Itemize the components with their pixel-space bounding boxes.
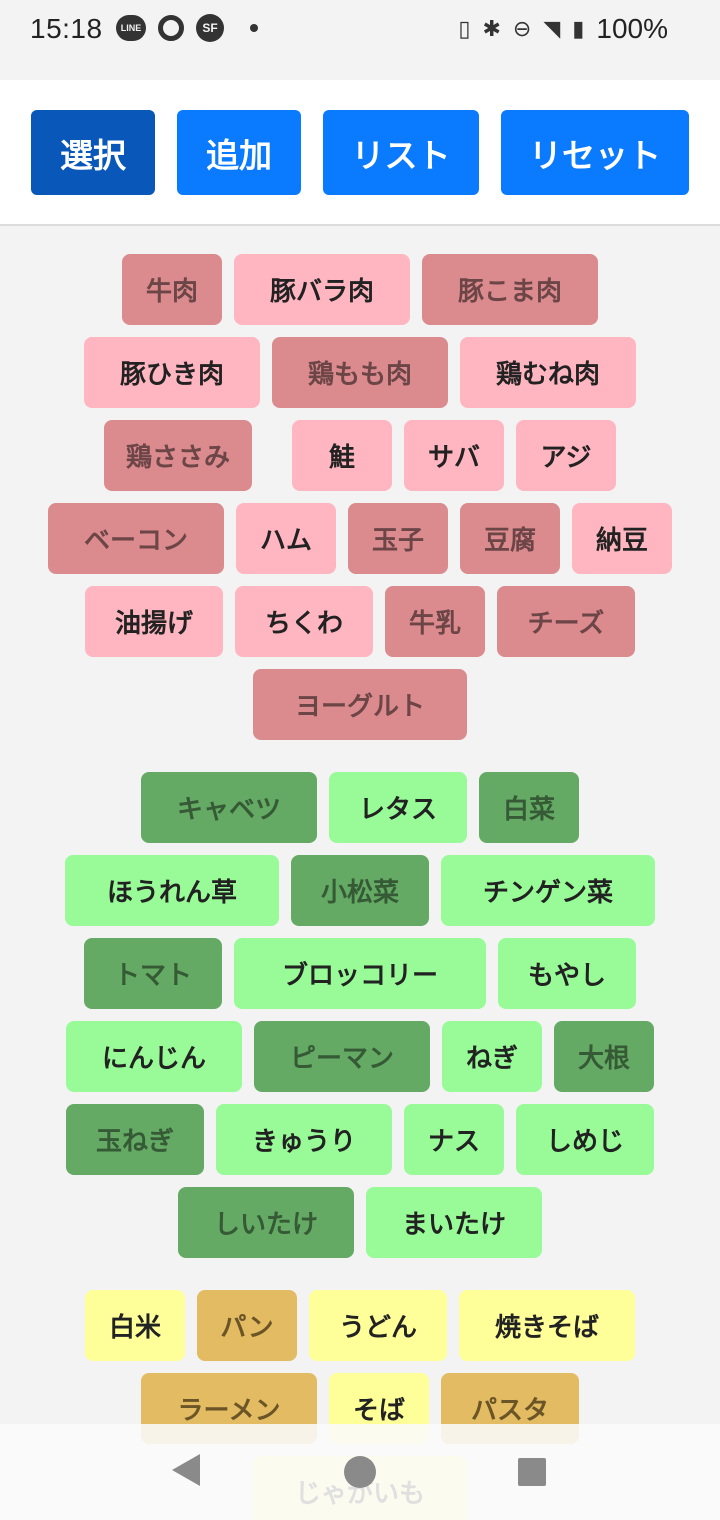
back-icon[interactable]: [172, 1454, 200, 1486]
list-button[interactable]: リスト: [323, 110, 479, 195]
bluetooth-icon: ✱: [482, 16, 501, 41]
meat-chip[interactable]: アジ: [516, 420, 616, 491]
chrome-icon: [158, 15, 184, 41]
veg-chip[interactable]: しめじ: [516, 1104, 654, 1175]
veg-chip[interactable]: まいたけ: [366, 1187, 542, 1258]
veg-chip[interactable]: ナス: [404, 1104, 504, 1175]
system-icons: ▯ ✱ ⊖ ◥ ▮ 100%: [458, 13, 668, 45]
meat-chip[interactable]: 鶏むね肉: [460, 337, 636, 408]
grain-chip[interactable]: 焼きそば: [459, 1290, 635, 1361]
grain-chip[interactable]: パン: [197, 1290, 297, 1361]
meat-chip[interactable]: チーズ: [497, 586, 635, 657]
veg-chip[interactable]: 大根: [554, 1021, 654, 1092]
status-time: 15:18: [30, 13, 103, 44]
veg-chip[interactable]: にんじん: [66, 1021, 242, 1092]
meat-chip[interactable]: ちくわ: [235, 586, 373, 657]
meat-chip[interactable]: ヨーグルト: [253, 669, 467, 740]
veg-chip[interactable]: 白菜: [479, 772, 579, 843]
recent-apps-icon[interactable]: [518, 1458, 546, 1486]
meat-chip[interactable]: 豚ひき肉: [84, 337, 260, 408]
veg-chip[interactable]: トマト: [84, 938, 222, 1009]
battery-percent: 100%: [596, 13, 668, 44]
notification-dot: [250, 24, 258, 32]
meat-chip[interactable]: 鶏もも肉: [272, 337, 448, 408]
veg-chip[interactable]: ほうれん草: [65, 855, 279, 926]
meat-chip[interactable]: 油揚げ: [85, 586, 223, 657]
reset-button[interactable]: リセット: [501, 110, 689, 195]
meat-chip[interactable]: 豚こま肉: [422, 254, 598, 325]
wifi-icon: ◥: [543, 16, 561, 41]
meat-chip[interactable]: 納豆: [572, 503, 672, 574]
dnd-icon: ⊖: [512, 16, 532, 41]
add-button[interactable]: 追加: [177, 110, 301, 195]
veg-chip[interactable]: レタス: [329, 772, 467, 843]
veg-chip[interactable]: しいたけ: [178, 1187, 354, 1258]
vibrate-icon: ▯: [458, 16, 471, 41]
veg-chip[interactable]: ピーマン: [254, 1021, 430, 1092]
meat-chip[interactable]: 豚バラ肉: [234, 254, 410, 325]
home-icon[interactable]: [344, 1456, 376, 1488]
veg-chip[interactable]: ねぎ: [442, 1021, 542, 1092]
meat-chip[interactable]: 牛肉: [122, 254, 222, 325]
veg-chip[interactable]: チンゲン菜: [441, 855, 655, 926]
meat-chip[interactable]: ハム: [236, 503, 336, 574]
veg-chip[interactable]: 小松菜: [291, 855, 429, 926]
veg-chip[interactable]: ブロッコリー: [234, 938, 486, 1009]
veg-chip[interactable]: きゅうり: [216, 1104, 392, 1175]
select-button[interactable]: 選択: [31, 110, 155, 195]
meat-chip[interactable]: 鮭: [292, 420, 392, 491]
meat-chip[interactable]: サバ: [404, 420, 504, 491]
line-app-icon: LINE: [116, 15, 146, 41]
meat-chip[interactable]: 牛乳: [385, 586, 485, 657]
toolbar: 選択 追加 リスト リセット: [0, 80, 720, 226]
battery-icon: ▮: [572, 16, 585, 41]
grain-chip[interactable]: 白米: [85, 1290, 185, 1361]
meat-chip[interactable]: 豆腐: [460, 503, 560, 574]
meat-chip[interactable]: 鶏ささみ: [104, 420, 252, 491]
grain-chip[interactable]: うどん: [309, 1290, 447, 1361]
meat-chip[interactable]: ベーコン: [48, 503, 224, 574]
veg-chip[interactable]: キャベツ: [141, 772, 317, 843]
notification-icons: LINE SF: [116, 14, 258, 42]
meat-chip[interactable]: 玉子: [348, 503, 448, 574]
navigation-bar: [0, 1424, 720, 1520]
sf-app-icon: SF: [196, 14, 224, 42]
status-bar: 15:18 LINE SF ▯ ✱ ⊖ ◥ ▮ 100%: [0, 0, 720, 62]
veg-chip[interactable]: 玉ねぎ: [66, 1104, 204, 1175]
veg-chip[interactable]: もやし: [498, 938, 636, 1009]
